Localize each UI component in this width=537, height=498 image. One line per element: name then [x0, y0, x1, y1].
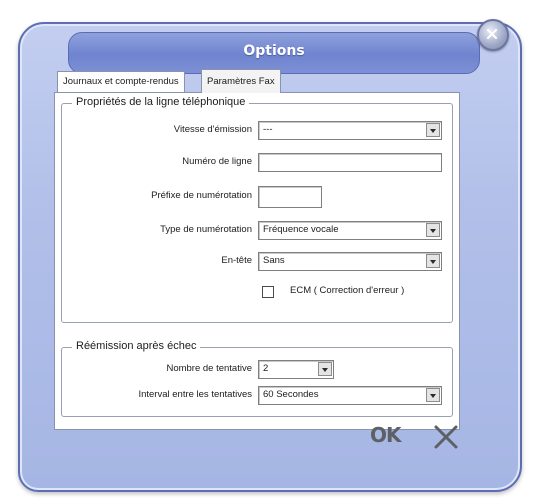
retry-legend: Réémission après échec	[72, 340, 201, 352]
vitesse-value: ---	[263, 124, 273, 135]
type-value: Fréquence vocale	[263, 224, 339, 235]
vitesse-label: Vitesse d'émission	[173, 124, 252, 135]
chevron-down-icon[interactable]	[426, 388, 440, 402]
entete-label: En-tête	[221, 255, 252, 266]
window-title: Options	[243, 43, 305, 59]
tentative-select[interactable]: 2	[258, 360, 334, 379]
chevron-down-icon[interactable]	[426, 223, 440, 237]
ok-button[interactable]: OK	[370, 423, 401, 447]
prefixe-label: Préfixe de numérotation	[151, 190, 252, 201]
ecm-checkbox[interactable]	[262, 286, 274, 298]
tab-parametres-fax[interactable]: Paramètres Fax	[201, 69, 281, 93]
tentative-label: Nombre de tentative	[166, 363, 252, 374]
retry-group: Réémission après échec Nombre de tentati…	[61, 340, 453, 417]
cancel-button[interactable]	[431, 422, 461, 456]
line-properties-legend: Propriétés de la ligne téléphonique	[72, 96, 250, 108]
numero-input[interactable]	[258, 153, 442, 172]
vitesse-select[interactable]: ---	[258, 121, 442, 140]
close-button[interactable]	[477, 19, 509, 51]
type-select[interactable]: Fréquence vocale	[258, 221, 442, 240]
numero-label: Numéro de ligne	[182, 156, 252, 167]
interval-select[interactable]: 60 Secondes	[258, 386, 442, 405]
ecm-label: ECM ( Correction d'erreur )	[290, 285, 405, 296]
tentative-value: 2	[263, 363, 269, 374]
interval-label: Interval entre les tentatives	[138, 389, 252, 400]
entete-value: Sans	[263, 255, 285, 266]
type-label: Type de numérotation	[160, 224, 252, 235]
tab-panel: Journaux et compte-rendus Paramètres Fax…	[54, 69, 460, 430]
chevron-down-icon[interactable]	[318, 362, 332, 376]
entete-select[interactable]: Sans	[258, 252, 442, 271]
title-bar: Options	[68, 19, 509, 74]
chevron-down-icon[interactable]	[426, 123, 440, 137]
line-properties-group: Propriétés de la ligne téléphonique Vite…	[61, 96, 453, 323]
close-icon	[486, 28, 498, 40]
tab-journaux[interactable]: Journaux et compte-rendus	[57, 71, 185, 92]
interval-value: 60 Secondes	[263, 389, 319, 400]
chevron-down-icon[interactable]	[426, 254, 440, 268]
close-x-icon	[434, 425, 458, 449]
prefixe-input[interactable]	[258, 186, 322, 208]
